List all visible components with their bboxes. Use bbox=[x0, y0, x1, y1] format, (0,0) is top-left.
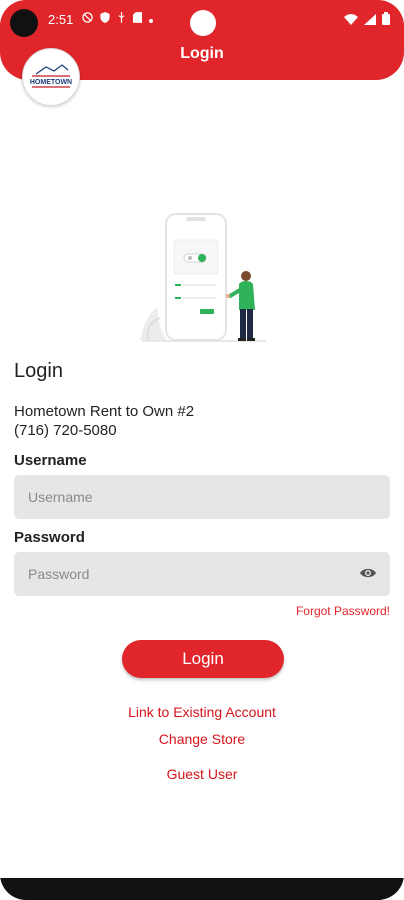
forgot-password-link[interactable]: Forgot Password! bbox=[296, 604, 390, 618]
dot-icon bbox=[149, 11, 153, 26]
username-label: Username bbox=[14, 452, 87, 469]
battery-icon bbox=[382, 12, 390, 28]
phone-login-illustration bbox=[140, 213, 266, 342]
guest-user-link[interactable]: Guest User bbox=[0, 766, 404, 782]
logo-text: HOMETOWN bbox=[30, 79, 72, 86]
username-input[interactable] bbox=[14, 475, 390, 519]
store-name: Hometown Rent to Own #2 bbox=[14, 403, 195, 420]
status-icons-left bbox=[82, 11, 153, 26]
password-input[interactable] bbox=[14, 552, 390, 596]
navigation-bar bbox=[0, 878, 404, 900]
password-label: Password bbox=[14, 529, 85, 546]
logo-mark: HOMETOWN bbox=[30, 64, 72, 88]
shield-icon bbox=[100, 11, 110, 26]
status-bar: 2:51 bbox=[0, 0, 404, 38]
camera-cutout bbox=[10, 9, 38, 37]
status-time: 2:51 bbox=[48, 12, 74, 27]
login-heading: Login bbox=[14, 360, 63, 382]
login-button[interactable]: Login bbox=[122, 640, 284, 678]
sd-card-icon bbox=[133, 11, 142, 26]
status-icons-right bbox=[344, 12, 390, 28]
link-existing-account-link[interactable]: Link to Existing Account bbox=[0, 704, 404, 720]
shield-block-icon bbox=[82, 11, 93, 26]
usb-icon bbox=[117, 11, 126, 26]
change-store-link[interactable]: Change Store bbox=[0, 731, 404, 747]
store-phone: (716) 720-5080 bbox=[14, 422, 117, 439]
wifi-icon bbox=[344, 13, 358, 28]
front-camera bbox=[190, 10, 216, 36]
signal-icon bbox=[364, 13, 376, 28]
app-screen: 2:51 Login HOMETOWN Login Hometown Rent … bbox=[0, 0, 404, 900]
store-logo: HOMETOWN bbox=[22, 48, 80, 106]
eye-icon[interactable] bbox=[359, 566, 377, 580]
